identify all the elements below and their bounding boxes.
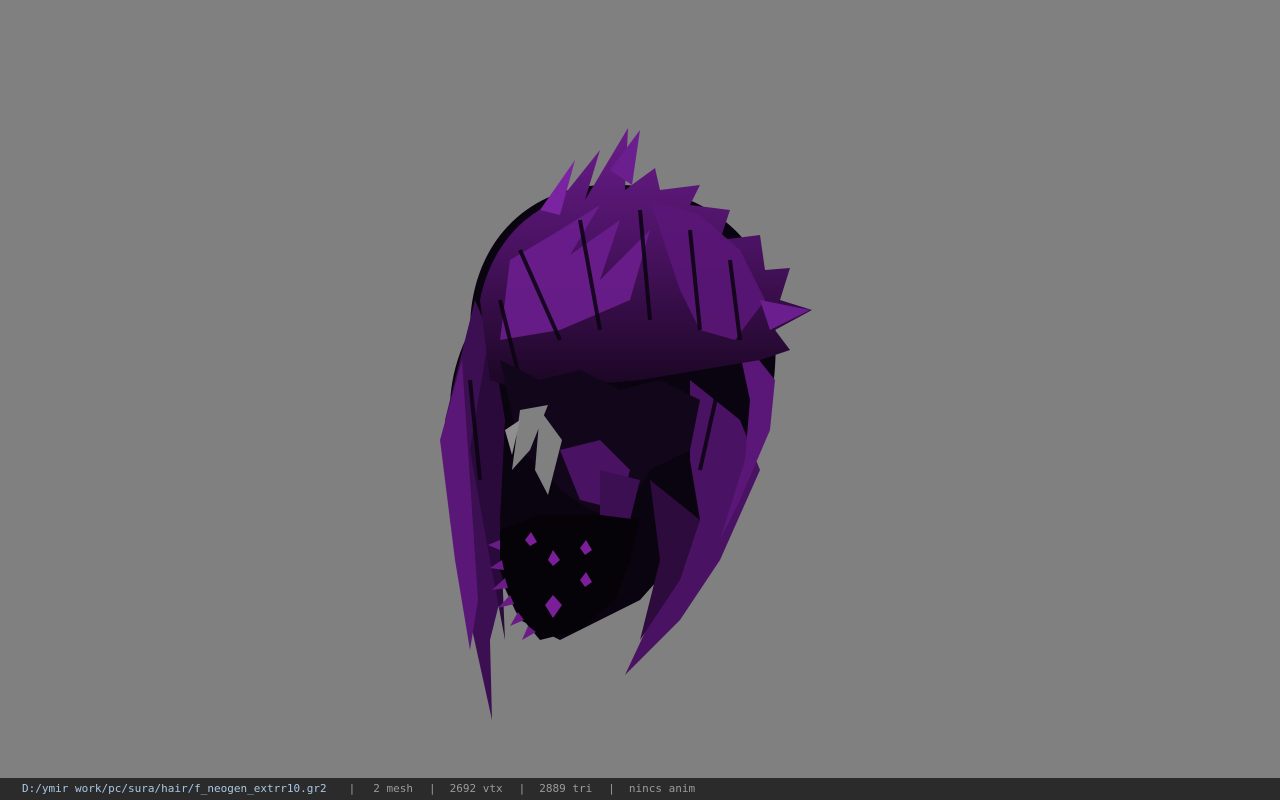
triangle-count-label: 2889 tri (539, 782, 593, 795)
mesh-count-label: 2 mesh (373, 782, 414, 795)
status-separator: | (348, 782, 356, 795)
file-path-label: D:/ymir work/pc/sura/hair/f_neogen_extrr… (22, 782, 327, 795)
model-viewport[interactable] (0, 0, 1280, 778)
status-separator: | (518, 782, 526, 795)
hair-model-render[interactable] (0, 0, 1280, 778)
status-separator: | (429, 782, 436, 795)
spiked-mask (488, 515, 640, 640)
status-separator: | (608, 782, 615, 795)
vertex-count-label: 2692 vtx (449, 782, 503, 795)
status-bar: D:/ymir work/pc/sura/hair/f_neogen_extrr… (0, 778, 1280, 800)
animation-status-label: nincs anim (628, 782, 696, 795)
